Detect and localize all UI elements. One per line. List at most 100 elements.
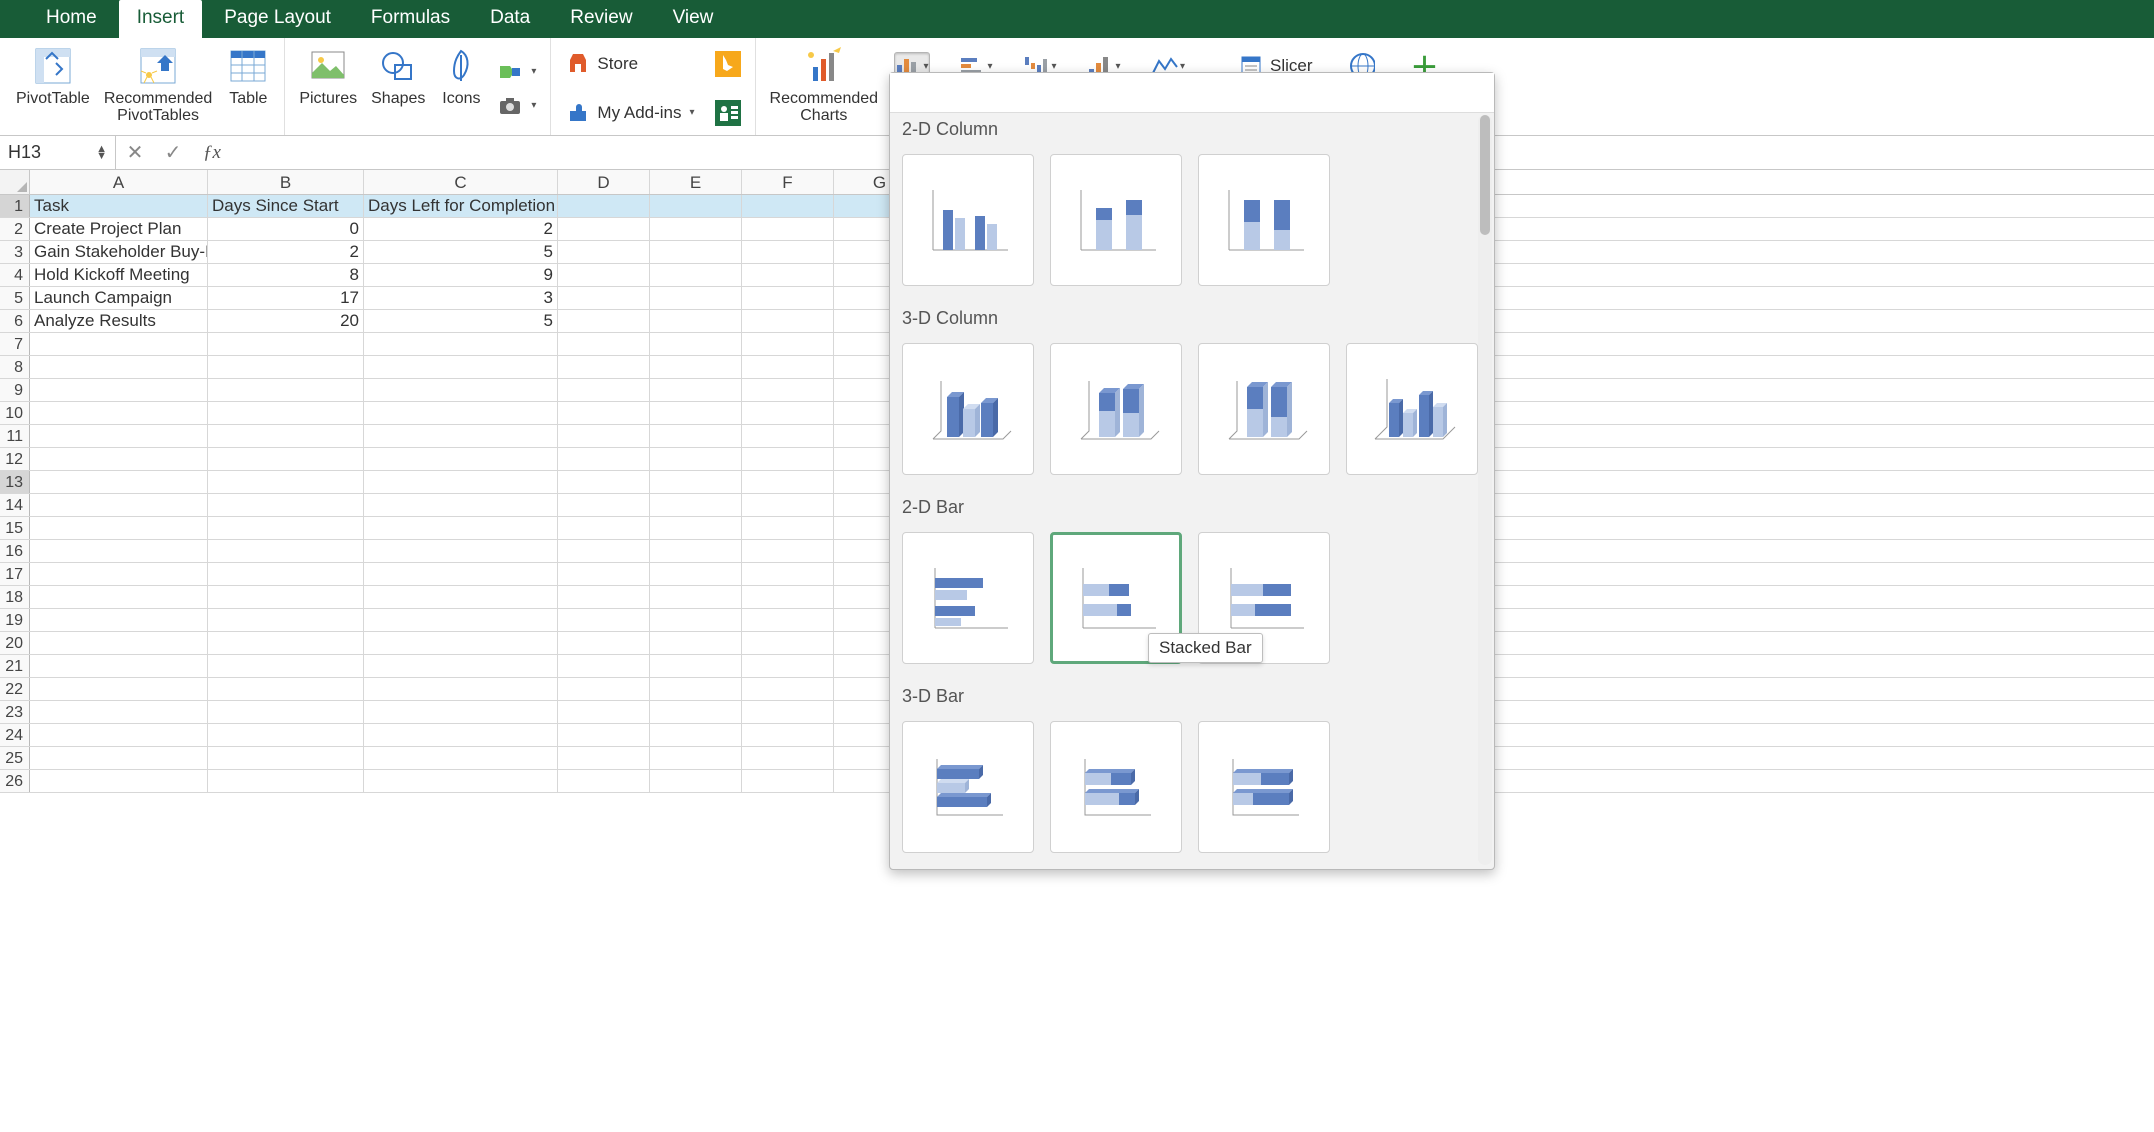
row-header-14[interactable]: 14	[0, 494, 30, 516]
table-button[interactable]: Table	[222, 42, 274, 109]
cell-B3[interactable]: 2	[208, 241, 364, 263]
smartart-button[interactable]: ▾	[493, 57, 540, 87]
screenshot-button[interactable]: ▾	[493, 91, 540, 121]
row-header-25[interactable]: 25	[0, 747, 30, 769]
cell-A15[interactable]	[30, 517, 208, 539]
row-header-26[interactable]: 26	[0, 770, 30, 792]
cell-B1[interactable]: Days Since Start	[208, 195, 364, 217]
cell-A20[interactable]	[30, 632, 208, 654]
cell-A3[interactable]: Gain Stakeholder Buy-In	[30, 241, 208, 263]
cell-B18[interactable]	[208, 586, 364, 608]
cell-C1[interactable]: Days Left for Completion	[364, 195, 558, 217]
cell-E5[interactable]	[650, 287, 742, 309]
row-header-22[interactable]: 22	[0, 678, 30, 700]
cell-D3[interactable]	[558, 241, 650, 263]
cell-D19[interactable]	[558, 609, 650, 631]
cell-C16[interactable]	[364, 540, 558, 562]
cell-A23[interactable]	[30, 701, 208, 723]
cell-C4[interactable]: 9	[364, 264, 558, 286]
chart-clustered-bar[interactable]	[902, 532, 1034, 664]
cell-E19[interactable]	[650, 609, 742, 631]
cell-D26[interactable]	[558, 770, 650, 792]
people-graph-button[interactable]	[711, 98, 745, 128]
cell-C23[interactable]	[364, 701, 558, 723]
row-header-6[interactable]: 6	[0, 310, 30, 332]
cell-F13[interactable]	[742, 471, 834, 493]
cell-B16[interactable]	[208, 540, 364, 562]
col-header-D[interactable]: D	[558, 170, 650, 194]
tab-view[interactable]: View	[655, 0, 732, 38]
cell-A13[interactable]	[30, 471, 208, 493]
cell-A11[interactable]	[30, 425, 208, 447]
cell-C7[interactable]	[364, 333, 558, 355]
cell-E14[interactable]	[650, 494, 742, 516]
recommended-pivottables-button[interactable]: Recommended PivotTables	[100, 42, 217, 126]
cell-B24[interactable]	[208, 724, 364, 746]
cell-B8[interactable]	[208, 356, 364, 378]
cell-C20[interactable]	[364, 632, 558, 654]
cell-C3[interactable]: 5	[364, 241, 558, 263]
cell-F1[interactable]	[742, 195, 834, 217]
cell-E16[interactable]	[650, 540, 742, 562]
cell-F11[interactable]	[742, 425, 834, 447]
name-box[interactable]: H13 ▲▼	[0, 136, 116, 169]
cell-E2[interactable]	[650, 218, 742, 240]
cell-A25[interactable]	[30, 747, 208, 769]
cell-F2[interactable]	[742, 218, 834, 240]
cell-F5[interactable]	[742, 287, 834, 309]
cell-C2[interactable]: 2	[364, 218, 558, 240]
cell-E1[interactable]	[650, 195, 742, 217]
cell-E7[interactable]	[650, 333, 742, 355]
chart-3d-100-stacked-bar[interactable]	[1198, 721, 1330, 853]
cell-D1[interactable]	[558, 195, 650, 217]
row-header-21[interactable]: 21	[0, 655, 30, 677]
cell-F21[interactable]	[742, 655, 834, 677]
cell-F23[interactable]	[742, 701, 834, 723]
cell-D22[interactable]	[558, 678, 650, 700]
cell-D11[interactable]	[558, 425, 650, 447]
cell-B26[interactable]	[208, 770, 364, 792]
cell-F19[interactable]	[742, 609, 834, 631]
cell-A22[interactable]	[30, 678, 208, 700]
cell-E3[interactable]	[650, 241, 742, 263]
chart-3d-stacked-bar[interactable]	[1050, 721, 1182, 853]
cell-C18[interactable]	[364, 586, 558, 608]
cell-F20[interactable]	[742, 632, 834, 654]
cell-E4[interactable]	[650, 264, 742, 286]
cell-E23[interactable]	[650, 701, 742, 723]
cell-F16[interactable]	[742, 540, 834, 562]
cell-B15[interactable]	[208, 517, 364, 539]
cell-B5[interactable]: 17	[208, 287, 364, 309]
cell-A6[interactable]: Analyze Results	[30, 310, 208, 332]
cell-E13[interactable]	[650, 471, 742, 493]
cell-F3[interactable]	[742, 241, 834, 263]
cell-B10[interactable]	[208, 402, 364, 424]
cell-D2[interactable]	[558, 218, 650, 240]
row-header-10[interactable]: 10	[0, 402, 30, 424]
cell-C11[interactable]	[364, 425, 558, 447]
cell-A14[interactable]	[30, 494, 208, 516]
dropdown-scrollbar[interactable]	[1478, 115, 1492, 865]
row-header-3[interactable]: 3	[0, 241, 30, 263]
cell-B13[interactable]	[208, 471, 364, 493]
cell-A21[interactable]	[30, 655, 208, 677]
cell-B19[interactable]	[208, 609, 364, 631]
cell-B22[interactable]	[208, 678, 364, 700]
chart-3d-clustered-bar[interactable]	[902, 721, 1034, 853]
cell-C15[interactable]	[364, 517, 558, 539]
cell-C22[interactable]	[364, 678, 558, 700]
cell-D7[interactable]	[558, 333, 650, 355]
select-all-corner[interactable]	[0, 170, 30, 194]
col-header-F[interactable]: F	[742, 170, 834, 194]
row-header-20[interactable]: 20	[0, 632, 30, 654]
row-header-18[interactable]: 18	[0, 586, 30, 608]
cell-D18[interactable]	[558, 586, 650, 608]
cell-C25[interactable]	[364, 747, 558, 769]
chart-clustered-column[interactable]	[902, 154, 1034, 286]
row-header-9[interactable]: 9	[0, 379, 30, 401]
row-header-15[interactable]: 15	[0, 517, 30, 539]
cell-B12[interactable]	[208, 448, 364, 470]
cell-F17[interactable]	[742, 563, 834, 585]
col-header-C[interactable]: C	[364, 170, 558, 194]
cell-D20[interactable]	[558, 632, 650, 654]
